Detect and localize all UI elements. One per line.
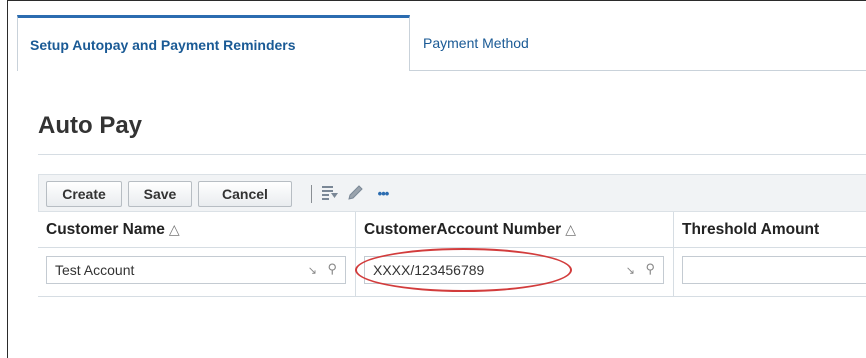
column-label: CustomerAccount Number — [364, 221, 562, 238]
edit-icon[interactable] — [345, 183, 365, 203]
column-customer-account-number[interactable]: CustomerAccount Number △ — [356, 212, 673, 247]
customer-name-filter[interactable]: Test Account ↘ ⚲ — [46, 256, 346, 284]
tab-setup-autopay[interactable]: Setup Autopay and Payment Reminders — [17, 15, 410, 71]
table-toolbar: Create Save Cancel ••• — [38, 174, 866, 212]
customer-account-number-filter[interactable]: XXXX/123456789 ↘ ⚲ — [364, 256, 664, 284]
cancel-button[interactable]: Cancel — [198, 181, 292, 207]
filter-value: XXXX/123456789 — [373, 262, 485, 278]
filter-value: Test Account — [55, 262, 135, 278]
save-button[interactable]: Save — [128, 181, 192, 207]
sort-icon[interactable]: △ — [169, 221, 180, 237]
page-title: Auto Pay — [38, 112, 143, 139]
threshold-amount-filter[interactable] — [682, 256, 866, 284]
column-label: Threshold Amount — [682, 221, 820, 238]
tab-divider — [409, 70, 866, 71]
create-button[interactable]: Create — [46, 181, 122, 207]
lov-icon[interactable]: ↘ — [626, 264, 635, 277]
column-label: Customer Name — [46, 221, 165, 238]
sort-icon[interactable]: △ — [565, 221, 576, 237]
title-divider — [38, 154, 866, 155]
lov-icon[interactable]: ↘ — [308, 264, 317, 277]
table-header: Customer Name △ CustomerAccount Number △ T… — [38, 212, 866, 248]
search-icon[interactable]: ⚲ — [327, 261, 337, 277]
column-customer-name[interactable]: Customer Name △ — [38, 212, 355, 247]
filter-row: Test Account ↘ ⚲ XXXX/123456789 ↘ ⚲ — [38, 248, 866, 297]
toolbar-separator — [311, 185, 312, 203]
tab-payment-method[interactable]: Payment Method — [411, 15, 541, 71]
tab-bar: Setup Autopay and Payment Reminders Paym… — [17, 15, 866, 71]
more-icon[interactable]: ••• — [369, 183, 397, 203]
export-icon[interactable] — [320, 183, 340, 203]
search-icon[interactable]: ⚲ — [645, 261, 655, 277]
column-threshold-amount[interactable]: Threshold Amount — [674, 212, 866, 247]
